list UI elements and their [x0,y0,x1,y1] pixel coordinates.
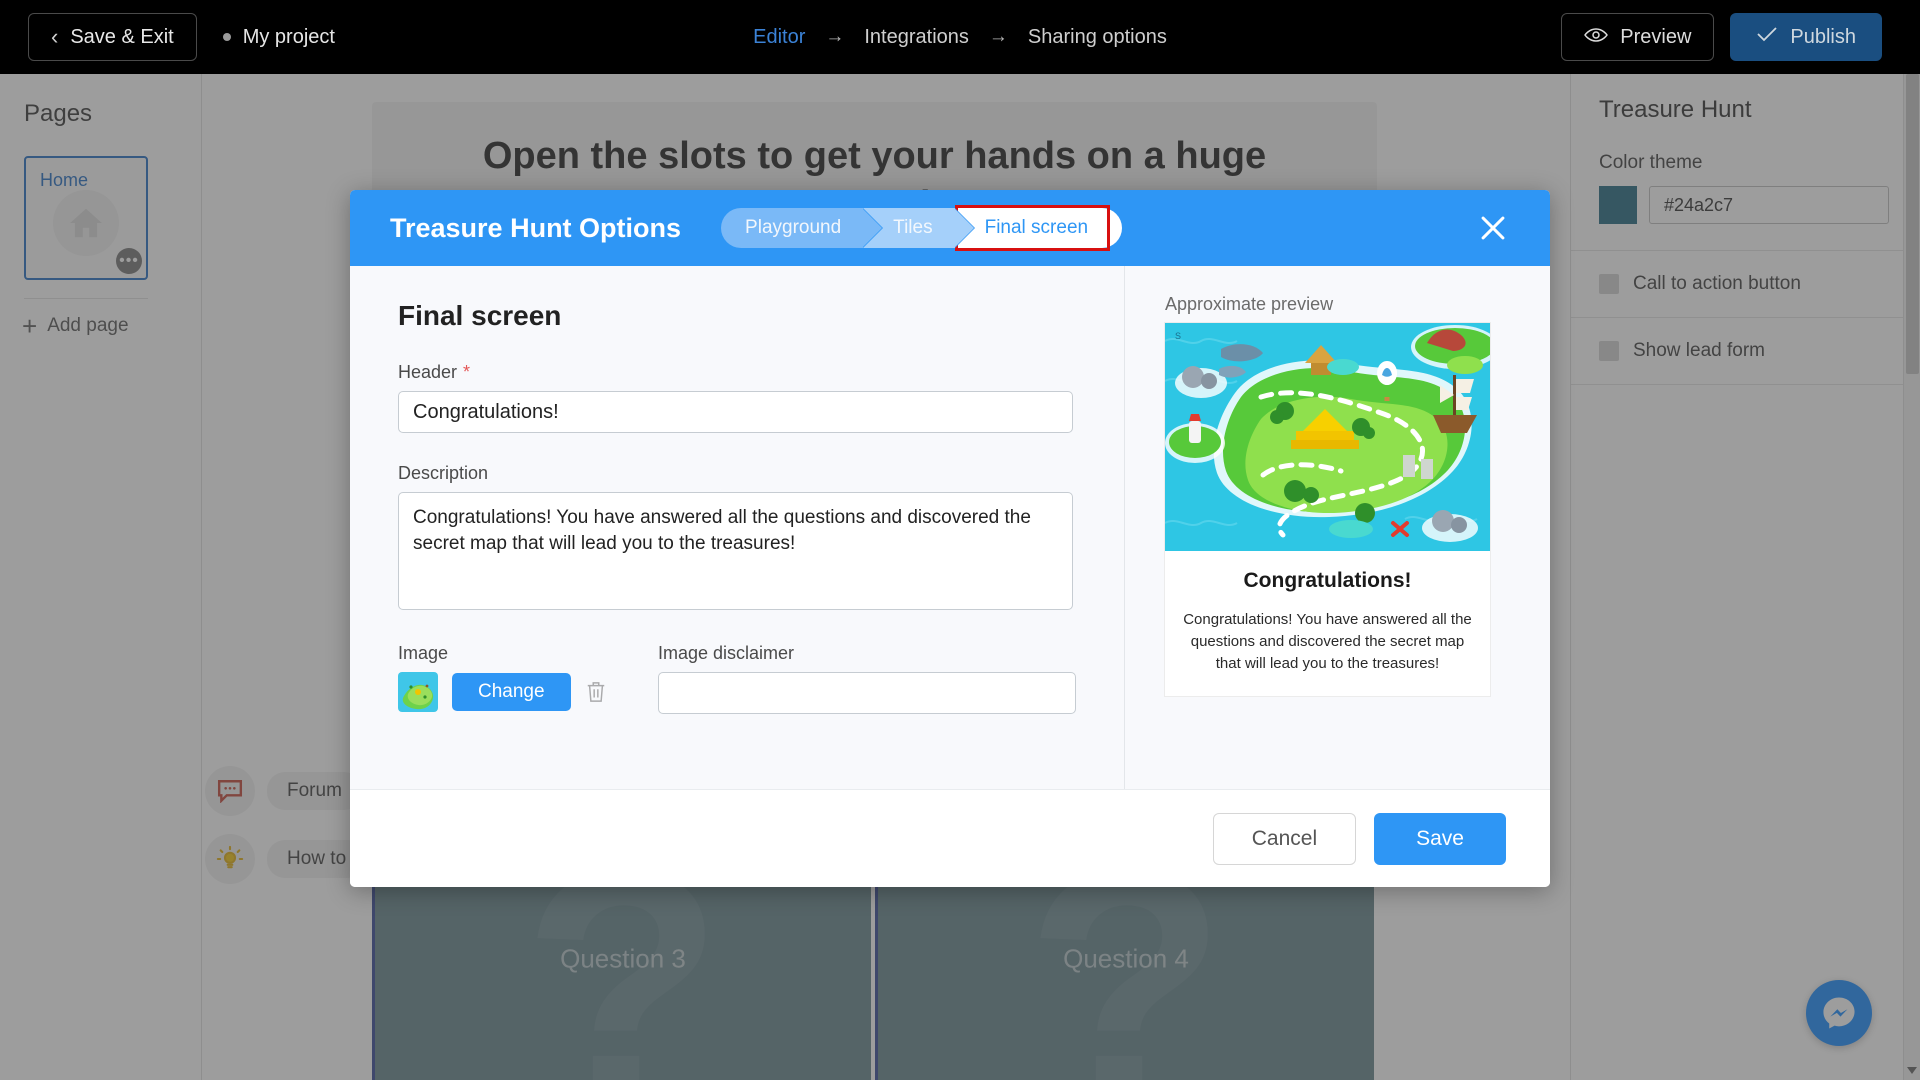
description-field-label: Description [398,463,489,483]
breadcrumb-playground[interactable]: Playground [721,208,883,248]
project-name-label: My project [242,25,335,48]
description-textarea[interactable]: Congratulations! You have answered all t… [398,492,1073,610]
preview-header-text: Congratulations! [1243,569,1412,592]
dialog-breadcrumbs: Playground Tiles Final screen [721,205,1123,251]
preview-description-text: Congratulations! You have answered all t… [1183,611,1472,672]
preview-button[interactable]: Preview [1561,13,1715,61]
project-name[interactable]: My project [222,25,335,49]
cancel-button[interactable]: Cancel [1212,812,1357,865]
preview-card: S Congratulations! Congratulations! You … [1165,323,1490,697]
trash-icon[interactable] [585,680,607,704]
dialog-body: Final screen Header* Description Congrat… [350,266,1550,789]
required-asterisk: * [463,362,471,382]
change-image-button[interactable]: Change [452,673,571,711]
treasure-hunt-options-dialog: Treasure Hunt Options Playground Tiles F… [350,190,1550,887]
header-field-label: Header * [398,362,1076,383]
header-input[interactable] [398,391,1073,433]
close-icon[interactable] [1476,211,1510,245]
status-dot-icon [222,33,231,41]
breadcrumb-final-screen[interactable]: Final screen [954,205,1123,251]
check-icon [1756,25,1778,49]
dialog-footer: Cancel Save [350,789,1550,887]
form-section-title: Final screen [398,300,562,331]
step-editor[interactable]: Editor [753,26,805,49]
treasure-map-image: S [1165,323,1490,551]
image-label: Image [398,643,449,663]
top-toolbar-actions: Preview Publish [1561,13,1920,61]
chevron-left-icon: ‹ [51,24,59,49]
eye-icon [1584,26,1609,49]
step-sharing-options[interactable]: Sharing options [1028,26,1167,49]
image-disclaimer-field: Image disclaimer [658,643,1076,714]
image-thumbnail[interactable] [398,672,438,712]
save-and-exit-button[interactable]: ‹ Save & Exit [28,13,197,61]
preview-panel-label: Approximate preview [1165,294,1334,314]
arrow-right-icon: → [825,26,845,47]
dialog-title: Treasure Hunt Options [390,212,682,243]
chevron-right-shape [862,208,883,248]
image-field: Image Change [398,643,658,714]
final-screen-form: Final screen Header* Description Congrat… [350,266,1125,789]
top-toolbar: ‹ Save & Exit My project Editor → Integr… [0,0,1920,74]
preview-text-block: Congratulations! Congratulations! You ha… [1165,551,1490,696]
save-and-exit-label: Save & Exit [70,25,174,48]
workflow-steps: Editor → Integrations → Sharing options [650,26,1270,49]
chevron-right-shape [953,208,974,248]
publish-button[interactable]: Publish [1730,13,1882,61]
publish-label: Publish [1790,25,1856,48]
save-button[interactable]: Save [1374,812,1506,865]
breadcrumb-label: Final screen [984,217,1089,238]
image-disclaimer-input[interactable] [658,672,1076,714]
dialog-header: Treasure Hunt Options Playground Tiles F… [350,190,1550,266]
step-integrations[interactable]: Integrations [864,26,969,49]
image-row: Image Change Image disclaimer [398,643,1076,714]
breadcrumb-label: Tiles [893,217,933,238]
preview-label: Preview [1620,25,1692,48]
header-label-text: Header [398,362,458,382]
arrow-right-icon: → [988,26,1008,47]
breadcrumb-label: Playground [745,217,842,238]
image-disclaimer-label: Image disclaimer [658,643,795,663]
approximate-preview-panel: Approximate preview S Congratulations! C… [1125,266,1550,789]
image-controls: Change [398,672,658,712]
svg-text:S: S [1175,331,1181,341]
